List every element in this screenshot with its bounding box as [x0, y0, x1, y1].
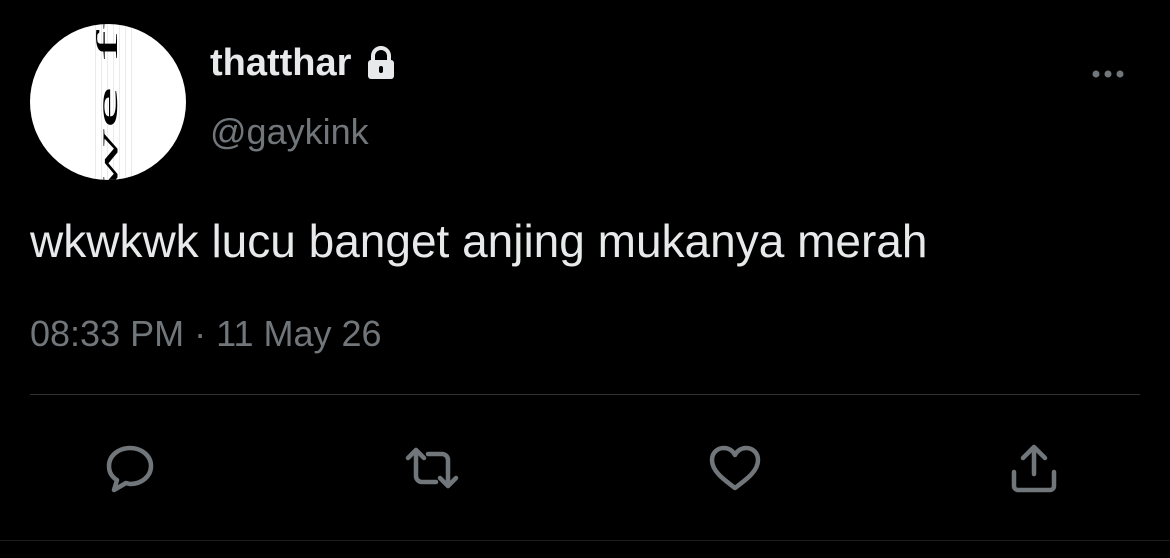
tweet-time[interactable]: 08:33 PM: [30, 313, 184, 354]
action-bar: [0, 436, 1170, 500]
like-button[interactable]: [703, 436, 767, 500]
tweet-timestamp[interactable]: 08:33 PM · 11 May 26: [30, 312, 382, 355]
meta-separator: ·: [194, 313, 207, 354]
share-button[interactable]: [1002, 436, 1066, 500]
avatar-text: can we fuck?: [91, 24, 125, 180]
tweet-date[interactable]: 11 May 26: [216, 313, 381, 354]
comment-icon: [106, 445, 154, 493]
tweet-text: wkwkwk lucu banget anjing mukanya merah: [30, 215, 928, 267]
display-name[interactable]: thatthar: [210, 44, 351, 82]
lock-icon: [363, 45, 399, 81]
display-name-row[interactable]: thatthar: [210, 44, 399, 82]
heart-icon: [709, 445, 761, 491]
tweet-card: can we fuck? thatthar @gaykink wkwkwk lu…: [0, 0, 1170, 558]
more-options-icon[interactable]: [1088, 62, 1128, 86]
bottom-divider: [0, 540, 1170, 541]
avatar[interactable]: can we fuck?: [30, 24, 186, 180]
divider: [30, 394, 1140, 395]
retweet-icon: [405, 447, 459, 489]
user-handle[interactable]: @gaykink: [210, 114, 369, 150]
reply-button[interactable]: [98, 436, 162, 500]
share-icon: [1011, 444, 1057, 493]
retweet-button[interactable]: [400, 436, 464, 500]
